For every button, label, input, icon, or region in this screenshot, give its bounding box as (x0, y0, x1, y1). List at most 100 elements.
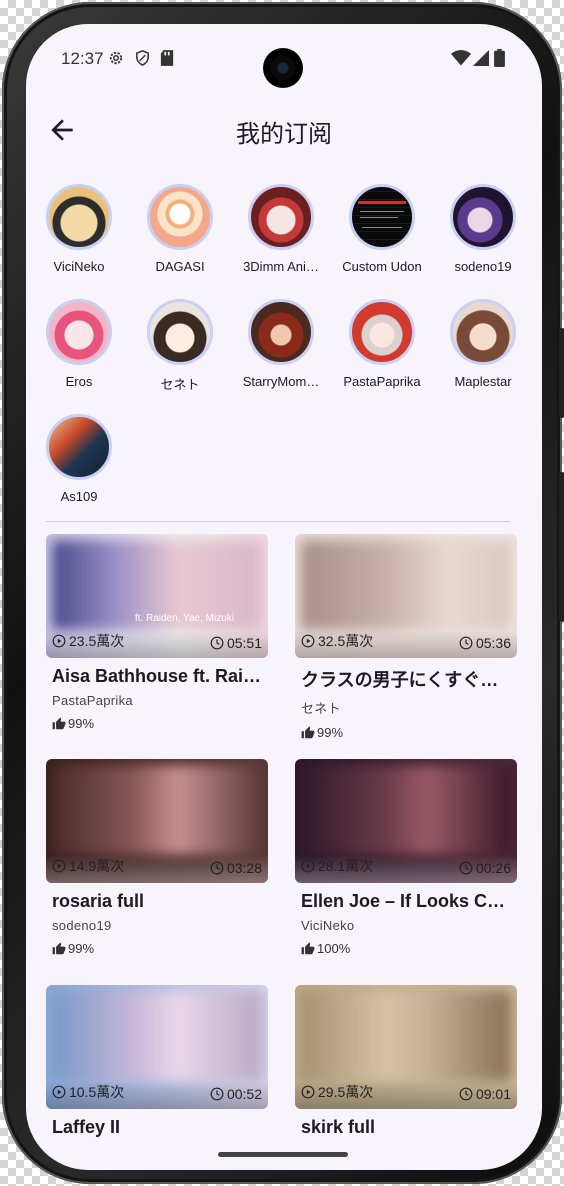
video-card[interactable]: 10.5萬次 00:52 Laffey II (46, 985, 268, 1138)
video-title: クラスの男子にくすぐ… (301, 670, 499, 690)
battery-icon (494, 49, 505, 67)
avatar (147, 299, 213, 365)
view-count: 23.5萬次 (52, 631, 124, 651)
view-count-text: 29.5萬次 (318, 1084, 374, 1100)
status-bar: 12:37 (26, 24, 542, 94)
subscription-item[interactable]: セネト (132, 299, 228, 393)
duration-text: 05:36 (475, 635, 511, 651)
view-count: 14.9萬次 (52, 856, 124, 876)
clock-icon (459, 636, 473, 650)
like-ratio: 99% (46, 941, 268, 956)
video-card[interactable]: 32.5萬次 05:36 クラスの男子にくすぐ… セネト 99% (295, 534, 517, 740)
subscription-item[interactable]: ViciNeko (31, 184, 127, 274)
subscription-name: Eros (65, 374, 93, 389)
status-time: 12:37 (61, 49, 104, 68)
like-ratio-text: 99% (317, 725, 344, 740)
video-thumbnail: 10.5萬次 00:52 (46, 985, 268, 1109)
view-count: 32.5萬次 (301, 631, 373, 651)
subscription-item[interactable]: 3Dimm Ani… (233, 184, 329, 274)
avatar (46, 184, 112, 250)
like-ratio-text: 99% (68, 716, 95, 731)
video-thumbnail: 32.5萬次 05:36 (295, 534, 517, 658)
subscription-name: As109 (60, 489, 98, 504)
video-card[interactable]: ft. Raiden, Yae, Mizuki 23.5萬次 05:51 Ais… (46, 534, 268, 731)
video-card[interactable]: 28.1萬次 00:26 Ellen Joe – If Looks C… Vic… (295, 759, 517, 956)
view-count: 10.5萬次 (52, 1082, 124, 1102)
video-card[interactable]: 14.9萬次 03:28 rosaria full sodeno19 99% (46, 759, 268, 956)
duration: 00:52 (210, 1086, 262, 1102)
subscription-name: Maplestar (454, 374, 512, 389)
subscription-name: セネト (160, 377, 200, 392)
view-count-text: 10.5萬次 (69, 1084, 125, 1100)
subscription-item[interactable]: Eros (31, 299, 127, 389)
duration-text: 00:26 (475, 860, 511, 876)
avatar (248, 184, 314, 250)
screen: 12:37 我的订阅 ViciNeko DAGASI 3Dimm Ani… Cu… (26, 24, 542, 1170)
video-title: Laffey II (52, 1117, 121, 1137)
duration-text: 03:28 (226, 860, 262, 876)
subscription-name: Custom Udon (342, 259, 422, 274)
subscription-name: sodeno19 (454, 259, 512, 274)
clock-icon (459, 1087, 473, 1101)
video-title: Ellen Joe – If Looks C… (301, 891, 506, 911)
avatar (450, 184, 516, 250)
play-circle-icon (52, 859, 66, 873)
video-author: セネト (301, 701, 341, 716)
subscription-item[interactable]: StarryMom… (233, 299, 329, 389)
video-thumbnail: ft. Raiden, Yae, Mizuki 23.5萬次 05:51 (46, 534, 268, 658)
thumbs-up-icon (301, 726, 315, 738)
video-title: skirk full (301, 1117, 376, 1137)
like-ratio: 99% (295, 725, 517, 740)
view-count-text: 32.5萬次 (318, 633, 374, 649)
sd-card-icon (160, 50, 174, 66)
duration: 03:28 (210, 860, 262, 876)
subscription-item[interactable]: sodeno19 (435, 184, 531, 274)
phone-frame: 12:37 我的订阅 ViciNeko DAGASI 3Dimm Ani… Cu… (2, 2, 564, 1184)
view-count-text: 14.9萬次 (69, 858, 125, 874)
avatar (46, 414, 112, 480)
view-count: 28.1萬次 (301, 856, 373, 876)
play-circle-icon (301, 634, 315, 648)
thumbs-up-icon (52, 717, 66, 729)
subscription-name: ViciNeko (53, 259, 105, 274)
clock-icon (210, 861, 224, 875)
clock-icon (210, 636, 224, 650)
video-title: rosaria full (52, 891, 145, 911)
subscription-name: StarryMom… (242, 374, 320, 389)
subscription-item[interactable]: PastaPaprika (334, 299, 430, 389)
page-title: 我的订阅 (236, 121, 332, 148)
like-ratio: 99% (46, 716, 268, 731)
avatar (349, 299, 415, 365)
video-author: sodeno19 (52, 918, 112, 933)
duration: 00:26 (459, 860, 511, 876)
view-count-text: 23.5萬次 (69, 633, 125, 649)
subscription-name: 3Dimm Ani… (243, 259, 319, 274)
play-circle-icon (301, 859, 315, 873)
subscription-item[interactable]: DAGASI (132, 184, 228, 274)
volume-button (559, 328, 564, 418)
duration: 09:01 (459, 1086, 511, 1102)
divider (46, 521, 510, 522)
avatar (349, 184, 415, 250)
thumbnail-overlay-text: ft. Raiden, Yae, Mizuki (134, 613, 234, 624)
subscription-item[interactable]: Custom Udon (334, 184, 430, 274)
wifi-icon (451, 50, 471, 66)
settings-icon (109, 51, 123, 65)
duration-text: 00:52 (226, 1086, 262, 1102)
subscription-name: DAGASI (155, 259, 205, 274)
app-bar: 我的订阅 (26, 104, 542, 156)
clock-icon (459, 861, 473, 875)
duration: 05:36 (459, 635, 511, 651)
home-indicator[interactable] (218, 1152, 348, 1157)
subscription-item[interactable]: As109 (31, 414, 127, 504)
shield-icon (136, 50, 149, 66)
video-card[interactable]: 29.5萬次 09:01 skirk full (295, 985, 517, 1138)
like-ratio-text: 100% (317, 941, 351, 956)
play-circle-icon (52, 634, 66, 648)
duration: 05:51 (210, 635, 262, 651)
avatar (46, 299, 112, 365)
thumbs-up-icon (301, 942, 315, 954)
video-title: Aisa Bathhouse ft. Rai… (52, 666, 262, 686)
avatar (147, 184, 213, 250)
subscription-item[interactable]: Maplestar (435, 299, 531, 389)
